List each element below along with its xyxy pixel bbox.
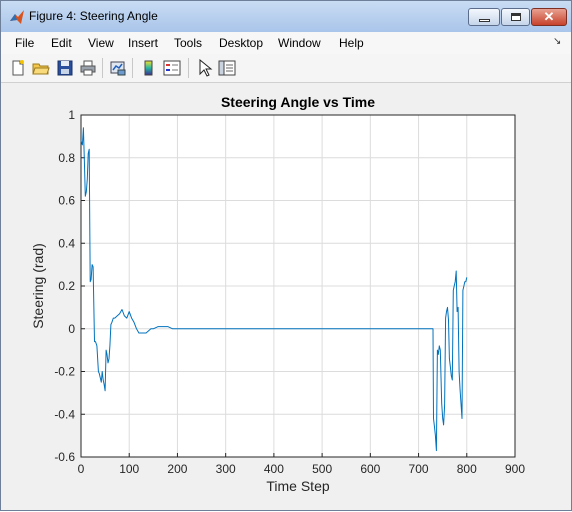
x-axis-label: Time Step	[266, 478, 329, 494]
property-inspector-icon[interactable]	[218, 59, 236, 77]
minimize-button[interactable]	[468, 8, 500, 26]
y-tick-label: 0.4	[58, 236, 75, 250]
window-title: Figure 4: Steering Angle	[29, 9, 158, 23]
x-tick-label: 0	[78, 462, 85, 476]
menu-edit[interactable]: Edit	[51, 36, 72, 50]
menu-bar: File Edit View Insert Tools Desktop Wind…	[1, 32, 571, 54]
y-axis-label: Steering (rad)	[30, 243, 46, 329]
title-bar[interactable]: Figure 4: Steering Angle ✕	[1, 1, 571, 32]
x-tick-label: 300	[216, 462, 236, 476]
y-tick-label: -0.2	[54, 365, 75, 379]
maximize-button[interactable]	[501, 8, 530, 26]
menu-help[interactable]: Help	[339, 36, 364, 50]
figure-window: Figure 4: Steering Angle ✕ File Edit Vie…	[0, 0, 572, 511]
open-file-icon[interactable]	[32, 59, 50, 77]
minimize-icon	[479, 19, 490, 22]
x-tick-label: 800	[457, 462, 477, 476]
y-tick-label: 0.8	[58, 151, 75, 165]
save-icon[interactable]	[56, 59, 74, 77]
y-tick-label: 0.2	[58, 279, 75, 293]
menu-tools[interactable]: Tools	[174, 36, 202, 50]
menu-file[interactable]: File	[15, 36, 34, 50]
close-button[interactable]: ✕	[531, 8, 567, 26]
toolbar-separator	[188, 58, 189, 78]
dock-arrow-icon[interactable]: ↘	[553, 36, 561, 47]
link-plot-icon[interactable]	[109, 59, 127, 77]
colorbar-icon[interactable]	[140, 59, 158, 77]
figure-canvas: 0 100 200 300 400 500 600 700 800 900 -0.6 -0.4 -0.2…	[2, 83, 570, 509]
toolbar-separator	[132, 58, 133, 78]
menu-view[interactable]: View	[88, 36, 114, 50]
new-figure-icon[interactable]	[9, 59, 27, 77]
toolbar-separator	[102, 58, 103, 78]
edit-plot-pointer-icon[interactable]	[196, 59, 214, 77]
steering-angle-chart[interactable]: 0 100 200 300 400 500 600 700 800 900 -0.6 -0.4 -0.2…	[2, 83, 570, 509]
legend-icon[interactable]	[163, 59, 181, 77]
matlab-logo-icon	[10, 10, 24, 24]
toolbar	[1, 54, 571, 83]
x-tick-label: 600	[360, 462, 380, 476]
x-tick-label: 500	[312, 462, 332, 476]
y-tick-label: -0.4	[54, 407, 75, 421]
y-tick-label: -0.6	[54, 450, 75, 464]
x-tick-label: 700	[409, 462, 429, 476]
chart-title: Steering Angle vs Time	[221, 94, 375, 110]
x-tick-label: 400	[264, 462, 284, 476]
menu-insert[interactable]: Insert	[128, 36, 158, 50]
maximize-icon	[511, 13, 521, 21]
menu-window[interactable]: Window	[278, 36, 321, 50]
x-tick-label: 900	[505, 462, 525, 476]
y-tick-label: 0	[68, 322, 75, 336]
x-tick-label: 100	[119, 462, 139, 476]
menu-desktop[interactable]: Desktop	[219, 36, 263, 50]
y-tick-label: 0.6	[58, 194, 75, 208]
print-icon[interactable]	[79, 59, 97, 77]
y-tick-label: 1	[68, 108, 75, 122]
close-icon: ✕	[543, 9, 555, 24]
x-tick-label: 200	[167, 462, 187, 476]
